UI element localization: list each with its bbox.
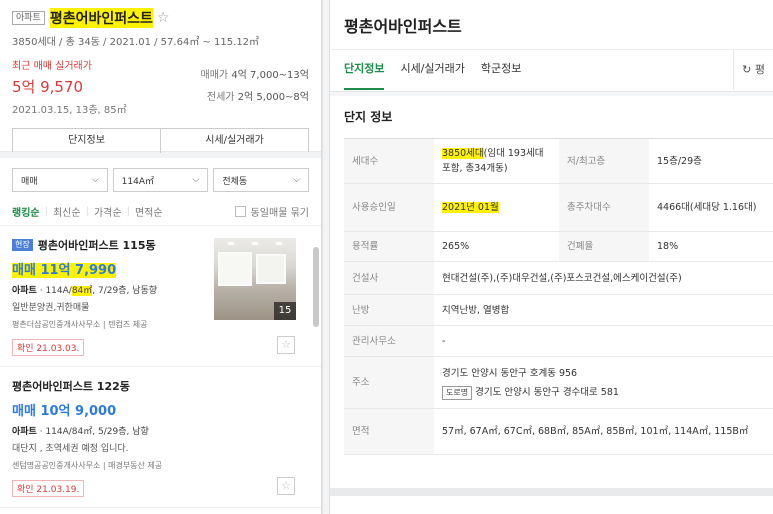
- same-listing-label: 동일매물 묶기: [250, 208, 309, 219]
- scrollbar-thumb[interactable]: [313, 247, 319, 327]
- sort-price[interactable]: 가격순: [94, 204, 122, 219]
- listing-price: 매매 10억 9,000: [12, 404, 117, 419]
- households-value: 3850세대: [442, 148, 484, 159]
- office-key: 관리사무소: [344, 325, 434, 357]
- complex-name: 평촌어바인퍼스트: [49, 8, 153, 28]
- favorite-star-icon[interactable]: ☆: [277, 336, 295, 354]
- detail-panel: 평촌어바인퍼스트 단지정보 시세/실거래가 학군정보 ↻ 평 단지 정보 세대수…: [330, 0, 773, 514]
- sale-price-range: 4억 7,000~13억: [231, 70, 309, 81]
- area-select[interactable]: 114A㎡ ⌵: [112, 168, 209, 192]
- refresh-icon: ↻: [742, 63, 752, 76]
- detail-title: 평촌어바인퍼스트: [330, 0, 773, 50]
- list-item[interactable]: 평촌어바인퍼스트 122동 매매 10억 9,000 아파트 · 114A/84…: [0, 367, 321, 508]
- builder-value: 현대건설(주),(주)대우건설,(주)포스코건설,에스케이건설(주): [434, 261, 773, 295]
- listing-spec: 114A/84㎡, 5/29층, 남향: [45, 427, 149, 437]
- onsite-badge: 현장: [12, 239, 33, 251]
- parking-key: 총주차대수: [559, 183, 649, 232]
- area-value: 114A㎡: [121, 176, 155, 187]
- panel-divider[interactable]: [322, 0, 330, 514]
- same-listing-toggle[interactable]: 동일매물 묶기: [234, 204, 309, 219]
- deal-type-value: 매매: [21, 176, 38, 187]
- property-type-tag: 아파트: [12, 11, 45, 25]
- sort-latest[interactable]: 최신순: [53, 204, 81, 219]
- listing-desc: 대단지 , 초역세권 예정 입니다.: [12, 444, 129, 454]
- next-section: [330, 496, 773, 514]
- recent-price-date: 2021.03.15, 13층, 85㎡: [12, 105, 127, 116]
- left-tab-complex-info[interactable]: 단지정보: [13, 129, 160, 153]
- jeonse-price-key: 전세가: [206, 92, 235, 103]
- left-panel: 아파트 평촌어바인퍼스트 ☆ 3850세대 / 총 34동 / 2021.01 …: [0, 0, 322, 514]
- sort-bar: 랭킹순 | 최신순 | 가격순 | 면적순 동일매물 묶기: [0, 198, 321, 226]
- listing-spec-rest: , 7/29층, 남동향: [92, 286, 158, 296]
- section-gap: [330, 488, 773, 496]
- listing-spec-size: 84㎡: [71, 286, 93, 296]
- complex-info-table: 세대수 3850세대(임대 193세대 포함, 총34개동) 저/최고층 15층…: [344, 138, 773, 455]
- recent-price-label: 최근 매매 실거래가: [12, 61, 92, 72]
- listing-spec-area: 114A/: [45, 286, 72, 296]
- area-value: 57㎡, 67A㎡, 67C㎡, 68B㎡, 85A㎡, 85B㎡, 101㎡,…: [434, 408, 773, 455]
- households-key: 세대수: [344, 138, 434, 184]
- builder-key: 건설사: [344, 261, 434, 295]
- sort-area[interactable]: 면적순: [135, 204, 163, 219]
- tab-school[interactable]: 학군정보: [481, 50, 521, 90]
- address-value: 경기도 안양시 동안구 호계동 956: [442, 367, 578, 379]
- filter-bar: 매매 ⌵ 114A㎡ ⌵ 전체동 ⌵: [0, 152, 321, 198]
- listing-title: 평촌어바인퍼스트 122동: [12, 380, 130, 393]
- tab-price[interactable]: 시세/실거래가: [400, 50, 464, 90]
- heating-value: 지역난방, 열병합: [434, 294, 773, 326]
- list-item[interactable]: 현장 평촌어바인퍼스트 115동 매매 11억 7,990 아파트 · 114A…: [0, 226, 321, 367]
- chevron-down-icon: ⌵: [192, 175, 200, 185]
- confirm-date-badge: 확인 21.03.19.: [12, 480, 85, 497]
- heating-key: 난방: [344, 294, 434, 326]
- complex-info-card: 단지 정보 세대수 3850세대(임대 193세대 포함, 총34개동) 저/최…: [330, 96, 773, 488]
- sort-ranking[interactable]: 랭킹순: [12, 204, 40, 219]
- floors-value: 15층/29층: [649, 138, 773, 184]
- listing-list: 현장 평촌어바인퍼스트 115동 매매 11억 7,990 아파트 · 114A…: [0, 226, 321, 508]
- address-key: 주소: [344, 356, 434, 409]
- complex-header: 아파트 평촌어바인퍼스트 ☆ 3850세대 / 총 34동 / 2021.01 …: [0, 0, 321, 154]
- left-tab-price[interactable]: 시세/실거래가: [160, 129, 308, 153]
- approval-value: 2021년 01월: [442, 202, 499, 213]
- left-tab-bar: 단지정보 시세/실거래가: [12, 128, 309, 154]
- recent-price: 5억 9,570: [12, 78, 84, 96]
- approval-key: 사용승인일: [344, 183, 434, 232]
- jeonse-price-range: 2억 5,000~8억: [237, 92, 309, 103]
- parking-value: 4466대(세대당 1.16대): [649, 183, 773, 232]
- far-value: 265%: [434, 231, 559, 262]
- deal-type-select[interactable]: 매매 ⌵: [12, 168, 108, 192]
- chevron-down-icon: ⌵: [91, 175, 99, 185]
- section-title: 단지 정보: [344, 110, 393, 124]
- listing-price: 매매 11억 7,990: [12, 263, 117, 278]
- office-value: -: [434, 325, 773, 357]
- listing-type: 아파트: [12, 427, 37, 437]
- detail-tab-bar: 단지정보 시세/실거래가 학군정보 ↻ 평: [330, 50, 773, 90]
- refresh-label: 평: [754, 63, 765, 76]
- listing-title: 평촌어바인퍼스트 115동: [37, 239, 156, 252]
- photo-count: 15: [274, 302, 296, 320]
- road-address-value: 경기도 안양시 동안구 경수대로 581: [475, 386, 619, 398]
- floors-key: 저/최고층: [559, 138, 649, 184]
- favorite-star-icon[interactable]: ☆: [157, 10, 170, 26]
- road-name-tag: 도로명: [442, 385, 473, 400]
- dong-value: 전체동: [222, 176, 248, 187]
- listing-source: 평촌더샵공인중개사사무소 | 텐컴즈 제공: [12, 320, 148, 329]
- chevron-down-icon: ⌵: [293, 175, 301, 185]
- bcr-key: 건폐율: [559, 231, 649, 262]
- refresh-button[interactable]: ↻ 평: [733, 50, 773, 90]
- area-key: 면적: [344, 408, 434, 455]
- listing-photo[interactable]: 15: [214, 238, 296, 320]
- bcr-value: 18%: [649, 231, 773, 262]
- tab-complex-info[interactable]: 단지정보: [344, 50, 385, 90]
- favorite-star-icon[interactable]: ☆: [277, 477, 295, 495]
- far-key: 용적률: [344, 231, 434, 262]
- listing-source: 센텀명공공인중개사사무소 | 매경부동산 제공: [12, 461, 163, 470]
- complex-summary: 3850세대 / 총 34동 / 2021.01 / 57.64㎡ ~ 115.…: [12, 37, 260, 48]
- dong-select[interactable]: 전체동 ⌵: [213, 168, 310, 192]
- checkbox-icon[interactable]: [234, 206, 246, 217]
- listing-type: 아파트: [12, 286, 37, 296]
- confirm-date-badge: 확인 21.03.03.: [12, 339, 85, 356]
- sale-price-key: 매매가: [200, 70, 229, 81]
